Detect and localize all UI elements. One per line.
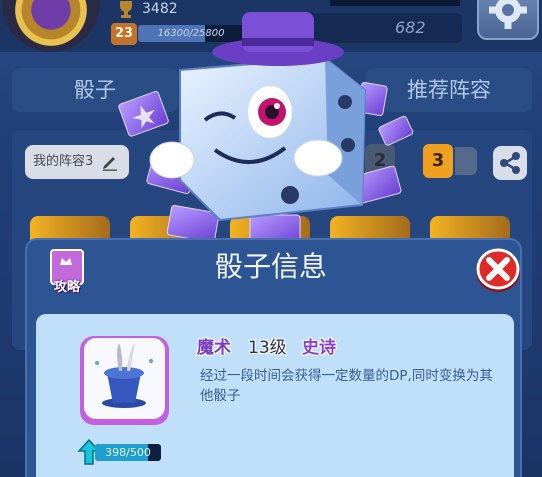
magic-card [118,90,169,137]
magic-card [378,115,414,146]
settings-button[interactable] [477,0,539,40]
dice-description: 经过一段时间会获得一定数量的DP,同时变换为其他骰子 [200,368,493,404]
dice-rarity: 史诗 [302,338,336,358]
deck-slot-more[interactable] [455,147,477,175]
magic-hat-dice-icon [80,336,169,425]
gear-icon [489,0,527,29]
magic-dice-mascot [118,12,414,246]
dice-level: 13级 [248,338,287,358]
share-icon [500,152,520,174]
deck-dice-slot[interactable] [30,216,110,240]
close-button[interactable] [474,247,522,293]
deck-dice-slot[interactable] [430,216,510,240]
share-button[interactable] [493,146,527,180]
dp-progress-text: 398/500 [105,446,151,459]
dp-progress-bar: 398/500 [95,444,161,461]
dice-name: 魔术 [197,338,231,358]
guide-label[interactable]: 攻略 [46,276,88,295]
